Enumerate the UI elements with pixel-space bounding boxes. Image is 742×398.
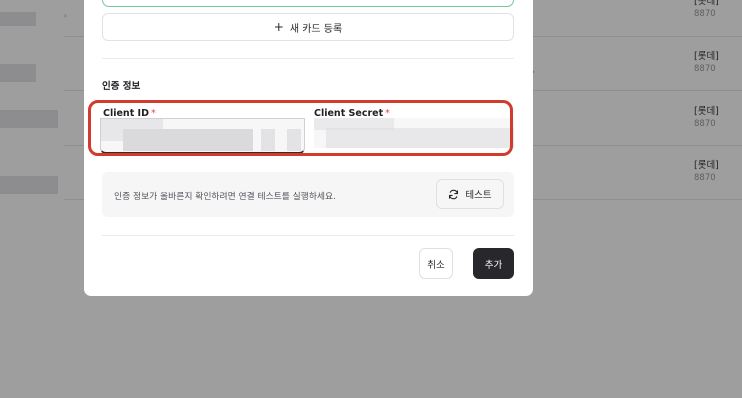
cancel-button[interactable]: 취소 [419,248,453,279]
test-hint-text: 인증 정보가 올바른지 확인하려면 연결 테스트를 실행하세요. [114,192,336,202]
section-divider [102,58,514,59]
submit-add-button[interactable]: 추가 [473,248,514,279]
connection-test-panel: 인증 정보가 올바른지 확인하려면 연결 테스트를 실행하세요. 테스트 [102,172,514,217]
footer-divider [102,235,514,236]
add-new-card-label: 새 카드 등록 [289,23,343,35]
plus-icon: + [273,20,284,34]
credentials-section-title: 인증 정보 [102,81,141,92]
refresh-icon [449,189,459,199]
credentials-highlight-box [88,100,513,156]
test-button-label: 테스트 [465,190,492,201]
add-card-modal: + 새 카드 등록 인증 정보 Client ID * Client Secret… [84,0,533,296]
add-new-card-button[interactable]: + 새 카드 등록 [102,13,514,41]
previous-input-field[interactable] [102,0,514,7]
test-connection-button[interactable]: 테스트 [436,179,504,209]
